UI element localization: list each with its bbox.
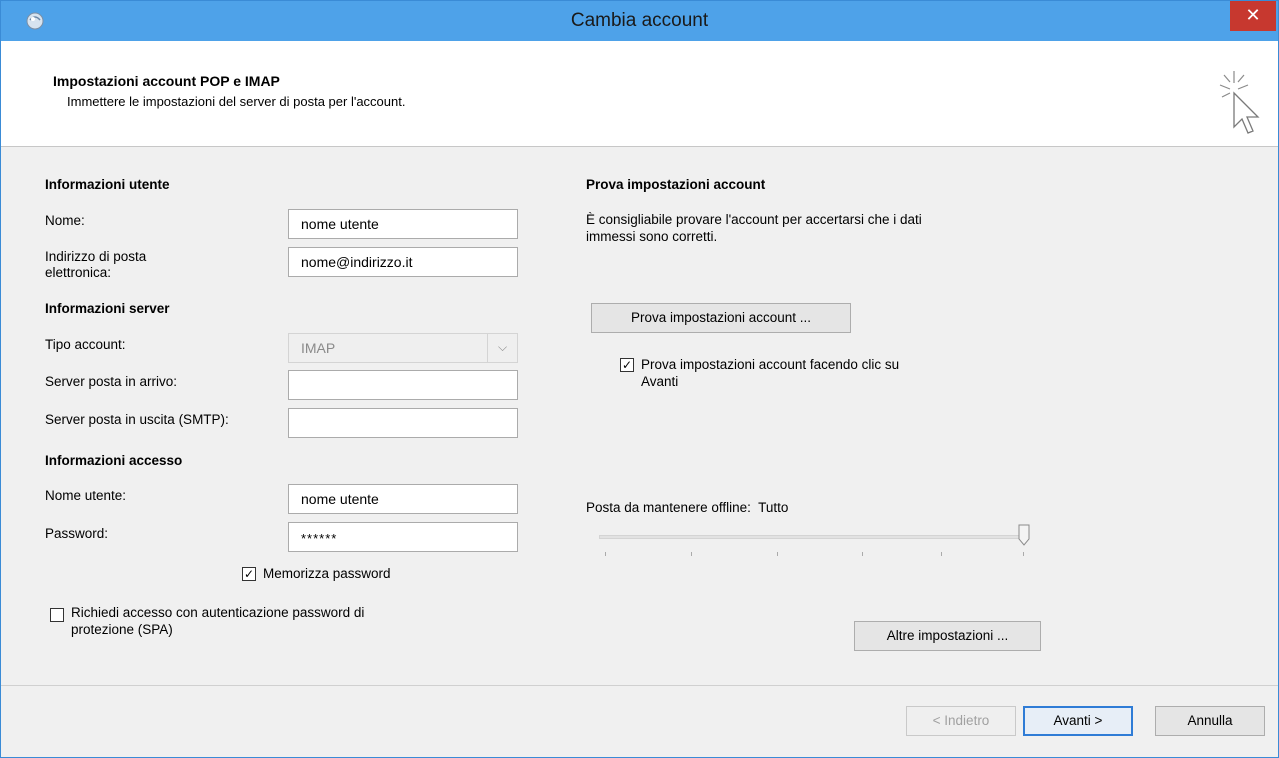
slider-tick bbox=[941, 552, 942, 556]
account-type-select: IMAP ⌵ bbox=[288, 333, 518, 363]
spa-label-line1: Richiedi accesso con autenticazione pass… bbox=[71, 605, 365, 620]
remember-password-checkbox[interactable]: ✓ bbox=[242, 567, 256, 581]
incoming-server-input[interactable] bbox=[288, 370, 518, 400]
cancel-button[interactable]: Annulla bbox=[1155, 706, 1265, 736]
test-description-line1: È consigliabile provare l'account per ac… bbox=[586, 212, 922, 227]
email-label-line2: elettronica: bbox=[45, 265, 112, 280]
chevron-down-icon: ⌵ bbox=[487, 334, 517, 362]
server-info-heading: Informazioni server bbox=[45, 301, 170, 316]
password-input[interactable]: ****** bbox=[288, 522, 518, 552]
change-account-dialog: Cambia account ✕ Impostazioni account PO… bbox=[0, 0, 1279, 758]
slider-tick bbox=[777, 552, 778, 556]
header-panel: Impostazioni account POP e IMAP Immetter… bbox=[1, 41, 1278, 147]
auto-test-label-line1: Prova impostazioni account facendo clic … bbox=[641, 357, 900, 372]
slider-tick bbox=[691, 552, 692, 556]
outgoing-server-input[interactable] bbox=[288, 408, 518, 438]
header-title: Impostazioni account POP e IMAP bbox=[53, 73, 280, 89]
outgoing-server-label: Server posta in uscita (SMTP): bbox=[45, 412, 229, 427]
back-button[interactable]: < Indietro bbox=[906, 706, 1016, 736]
offline-mail-label-text: Posta da mantenere offline: bbox=[586, 500, 751, 515]
slider-tick bbox=[1023, 552, 1024, 556]
close-button[interactable]: ✕ bbox=[1230, 1, 1276, 31]
test-description-line2: immessi sono corretti. bbox=[586, 229, 718, 244]
email-label-line1: Indirizzo di posta bbox=[45, 249, 147, 264]
offline-mail-slider-thumb[interactable] bbox=[1018, 524, 1030, 546]
offline-mail-value: Tutto bbox=[758, 500, 789, 515]
title-bar[interactable]: Cambia account ✕ bbox=[1, 1, 1278, 41]
account-type-value: IMAP bbox=[301, 340, 336, 356]
window-title: Cambia account bbox=[570, 10, 709, 31]
slider-tick bbox=[605, 552, 606, 556]
login-info-heading: Informazioni accesso bbox=[45, 453, 183, 468]
spa-label: Richiedi accesso con autenticazione pass… bbox=[71, 604, 364, 638]
remember-password-label: Memorizza password bbox=[263, 566, 391, 581]
incoming-server-label: Server posta in arrivo: bbox=[45, 374, 178, 389]
test-account-settings-button[interactable]: Prova impostazioni account ... bbox=[591, 303, 851, 333]
spa-label-line2: protezione (SPA) bbox=[71, 622, 173, 637]
auto-test-checkbox[interactable]: ✓ bbox=[620, 358, 634, 372]
offline-mail-slider-track[interactable] bbox=[599, 535, 1029, 539]
username-input[interactable]: nome utente bbox=[288, 484, 518, 514]
auto-test-label: Prova impostazioni account facendo clic … bbox=[641, 356, 899, 390]
name-input[interactable]: nome utente bbox=[288, 209, 518, 239]
spa-checkbox[interactable] bbox=[50, 608, 64, 622]
email-input[interactable]: nome@indirizzo.it bbox=[288, 247, 518, 277]
more-settings-button[interactable]: Altre impostazioni ... bbox=[854, 621, 1041, 651]
password-mask: ****** bbox=[301, 531, 338, 546]
name-label: Nome: bbox=[45, 213, 85, 228]
user-info-heading: Informazioni utente bbox=[45, 177, 170, 192]
cursor-sparkle-icon bbox=[1219, 71, 1260, 134]
password-label: Password: bbox=[45, 526, 109, 541]
account-type-label: Tipo account: bbox=[45, 337, 126, 352]
slider-tick bbox=[862, 552, 863, 556]
offline-mail-label: Posta da mantenere offline: Tutto bbox=[586, 500, 788, 515]
test-settings-description: È consigliabile provare l'account per ac… bbox=[586, 211, 1066, 245]
footer-divider bbox=[1, 685, 1278, 686]
username-label: Nome utente: bbox=[45, 488, 127, 503]
next-button[interactable]: Avanti > bbox=[1023, 706, 1133, 736]
header-subtitle: Immettere le impostazioni del server di … bbox=[67, 94, 406, 109]
test-settings-heading: Prova impostazioni account bbox=[586, 177, 766, 192]
auto-test-label-line2: Avanti bbox=[641, 374, 679, 389]
email-label: Indirizzo di posta elettronica: bbox=[45, 249, 146, 281]
